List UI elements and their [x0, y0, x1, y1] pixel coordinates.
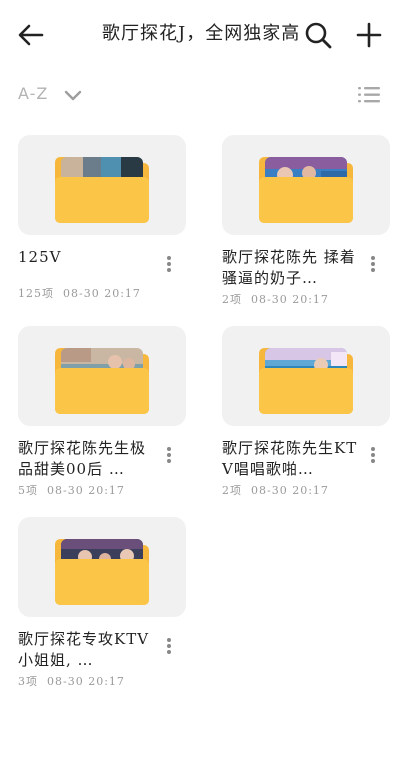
folder-thumbnail[interactable]: [18, 326, 186, 426]
folder-card[interactable]: 歌厅探花陈先生KTV唱唱歌啪… 2项 08-30 20:17: [222, 326, 390, 497]
folder-card[interactable]: 125V 125项 08-30 20:17: [18, 135, 186, 300]
folder-card[interactable]: 歌厅探花陈先 揉着骚逼的奶子… 2项 08-30 20:17: [222, 135, 390, 306]
folder-thumbnail[interactable]: [18, 135, 186, 235]
arrow-left-icon: [18, 24, 44, 46]
folder-thumbnail[interactable]: [222, 326, 390, 426]
folder-meta: 5项 08-30 20:17: [18, 482, 125, 498]
modified-date: 08-30 20:17: [251, 293, 329, 306]
list-view-icon: [358, 87, 380, 103]
modified-date: 08-30 20:17: [63, 287, 141, 300]
modified-date: 08-30 20:17: [47, 484, 125, 497]
folder-name: 歌厅探花陈先生KTV唱唱歌啪…: [222, 439, 358, 478]
item-count: 3项: [18, 675, 38, 688]
app-root: 歌厅探花J，全网独家高 A-Z 125V 125项 08-30 20:17 歌厅…: [0, 0, 407, 768]
more-vertical-icon: [162, 256, 176, 272]
more-options-button[interactable]: [366, 445, 380, 467]
folder-icon: [55, 346, 149, 414]
item-count: 2项: [222, 293, 242, 306]
folder-icon: [259, 346, 353, 414]
sort-label[interactable]: A-Z: [18, 84, 48, 103]
folder-thumbnail[interactable]: [18, 517, 186, 617]
folder-card[interactable]: 歌厅探花专攻KTV小姐姐, … 3项 08-30 20:17: [18, 517, 186, 688]
folder-icon: [55, 537, 149, 605]
more-options-button[interactable]: [162, 445, 176, 467]
folder-name: 歌厅探花专攻KTV小姐姐, …: [18, 630, 150, 669]
folder-name: 歌厅探花陈先生极品甜美00后 …: [18, 439, 147, 478]
more-vertical-icon: [366, 256, 380, 272]
list-view-button[interactable]: [356, 84, 382, 106]
plus-icon: [356, 22, 382, 48]
search-icon: [305, 22, 332, 49]
folder-name: 歌厅探花陈先 揉着骚逼的奶子…: [222, 248, 356, 287]
folder-thumbnail[interactable]: [222, 135, 390, 235]
more-options-button[interactable]: [162, 636, 176, 658]
search-button[interactable]: [303, 20, 333, 50]
more-vertical-icon: [366, 447, 380, 463]
more-vertical-icon: [162, 447, 176, 463]
folder-icon: [55, 155, 149, 223]
folder-name: 125V: [18, 248, 62, 266]
folder-meta: 125项 08-30 20:17: [18, 285, 141, 301]
modified-date: 08-30 20:17: [47, 675, 125, 688]
page-title: 歌厅探花J，全网独家高: [102, 23, 301, 44]
more-options-button[interactable]: [366, 254, 380, 276]
item-count: 2项: [222, 484, 242, 497]
more-options-button[interactable]: [162, 254, 176, 276]
more-vertical-icon: [162, 638, 176, 654]
folder-card[interactable]: 歌厅探花陈先生极品甜美00后 … 5项 08-30 20:17: [18, 326, 186, 497]
folder-icon: [259, 155, 353, 223]
folder-meta: 2项 08-30 20:17: [222, 291, 329, 307]
back-button[interactable]: [16, 20, 46, 50]
folder-meta: 3项 08-30 20:17: [18, 673, 125, 689]
item-count: 5项: [18, 484, 38, 497]
item-count: 125项: [18, 287, 54, 300]
sort-dropdown-button[interactable]: [62, 84, 84, 106]
folder-meta: 2项 08-30 20:17: [222, 482, 329, 498]
chevron-down-icon: [64, 90, 82, 101]
modified-date: 08-30 20:17: [251, 484, 329, 497]
add-button[interactable]: [354, 20, 384, 50]
top-bar: 歌厅探花J，全网独家高: [0, 0, 407, 68]
